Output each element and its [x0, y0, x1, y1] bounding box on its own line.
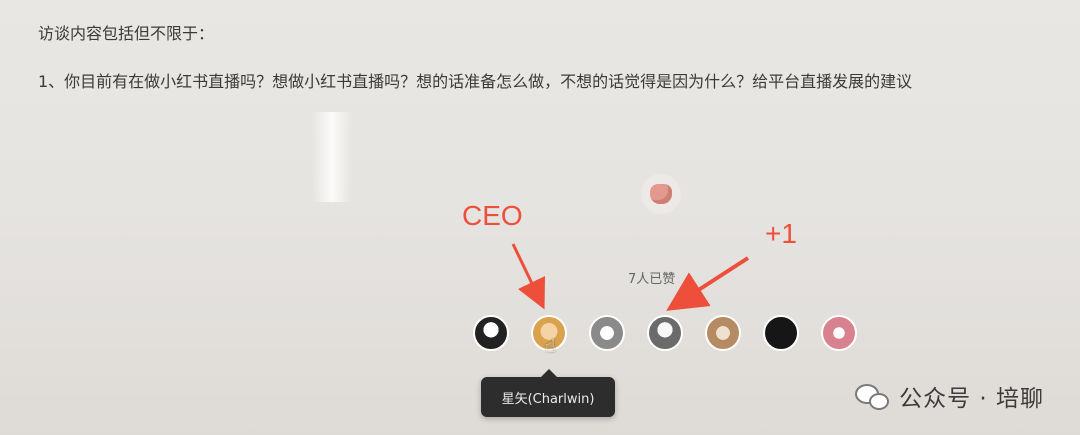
thumbs-up-icon[interactable] [641, 174, 681, 214]
arrow-plus-one [666, 256, 750, 311]
hand-cursor-icon: ☝ [545, 336, 556, 357]
annotation-arrows [511, 243, 750, 311]
wechat-icon [855, 382, 890, 410]
avatar-1[interactable] [473, 315, 509, 351]
blur-artifact [312, 112, 352, 202]
watermark: 公众号 · 培聊 [855, 379, 1044, 413]
annotation-plus-one: +1 [765, 218, 797, 249]
question-1: 1、你目前有在做小红书直播吗？想做小红书直播吗？想的话准备怎么做，不想的话觉得是… [38, 72, 913, 91]
like-count: 7人已赞 [628, 272, 676, 287]
avatar-3[interactable] [589, 315, 625, 351]
arrow-ceo [511, 243, 546, 310]
watermark-text: 公众号 · 培聊 [899, 386, 1044, 412]
interview-intro: 访谈内容包括但不限于： [38, 24, 215, 43]
avatar-4[interactable] [647, 315, 683, 351]
avatar-7[interactable] [821, 315, 857, 351]
user-tooltip: 星矢(Charlwin) [481, 369, 615, 417]
annotation-ceo: CEO [462, 200, 523, 231]
avatar-5[interactable] [705, 315, 741, 351]
avatar-6[interactable] [763, 315, 799, 351]
